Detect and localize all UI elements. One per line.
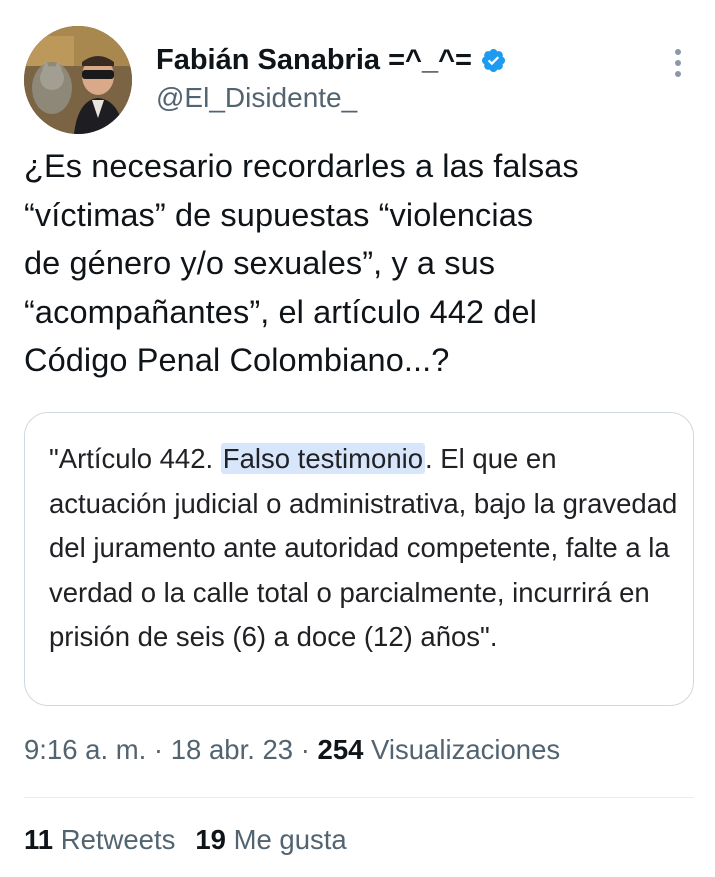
more-options-icon[interactable]: [666, 44, 690, 84]
avatar-image: [24, 26, 132, 134]
tweet-text: ¿Es necesario recordarles a las falsas “…: [24, 148, 579, 378]
handle[interactable]: @El_Disidente_: [156, 82, 507, 114]
divider: [24, 797, 694, 798]
quote-suffix: . El que en actuación judicial o adminis…: [49, 443, 678, 652]
quote-highlight: Falso testimonio: [220, 443, 426, 474]
engagement-stats: 11 Retweets 19 Me gusta: [24, 824, 347, 856]
likes-label[interactable]: Me gusta: [226, 824, 347, 855]
views-label[interactable]: Visualizaciones: [363, 734, 560, 765]
quote-prefix: "Artículo 442.: [49, 443, 221, 474]
meta-separator-2: ·: [293, 734, 318, 765]
quote-card: "Artículo 442. Falso testimonio. El que …: [24, 412, 694, 706]
verified-badge-icon: [481, 48, 505, 72]
tweet-time[interactable]: 9:16 a. m.: [24, 734, 146, 765]
retweets-count[interactable]: 11: [24, 824, 53, 855]
views-count[interactable]: 254: [318, 734, 364, 765]
quote-text: "Artículo 442. Falso testimonio. El que …: [49, 437, 679, 660]
meta-separator-1: ·: [146, 734, 171, 765]
tweet-header: Fabián Sanabria =^_^= @El_Disidente_: [24, 26, 694, 136]
tweet-meta: 9:16 a. m. · 18 abr. 23 · 254 Visualizac…: [24, 734, 560, 766]
tweet-date[interactable]: 18 abr. 23: [171, 734, 293, 765]
display-name-row: Fabián Sanabria =^_^=: [156, 40, 507, 80]
avatar[interactable]: [24, 26, 132, 134]
author-block: Fabián Sanabria =^_^= @El_Disidente_: [156, 40, 507, 114]
retweets-label[interactable]: Retweets: [53, 824, 176, 855]
display-name[interactable]: Fabián Sanabria =^_^=: [156, 44, 472, 77]
likes-count[interactable]: 19: [195, 824, 226, 855]
